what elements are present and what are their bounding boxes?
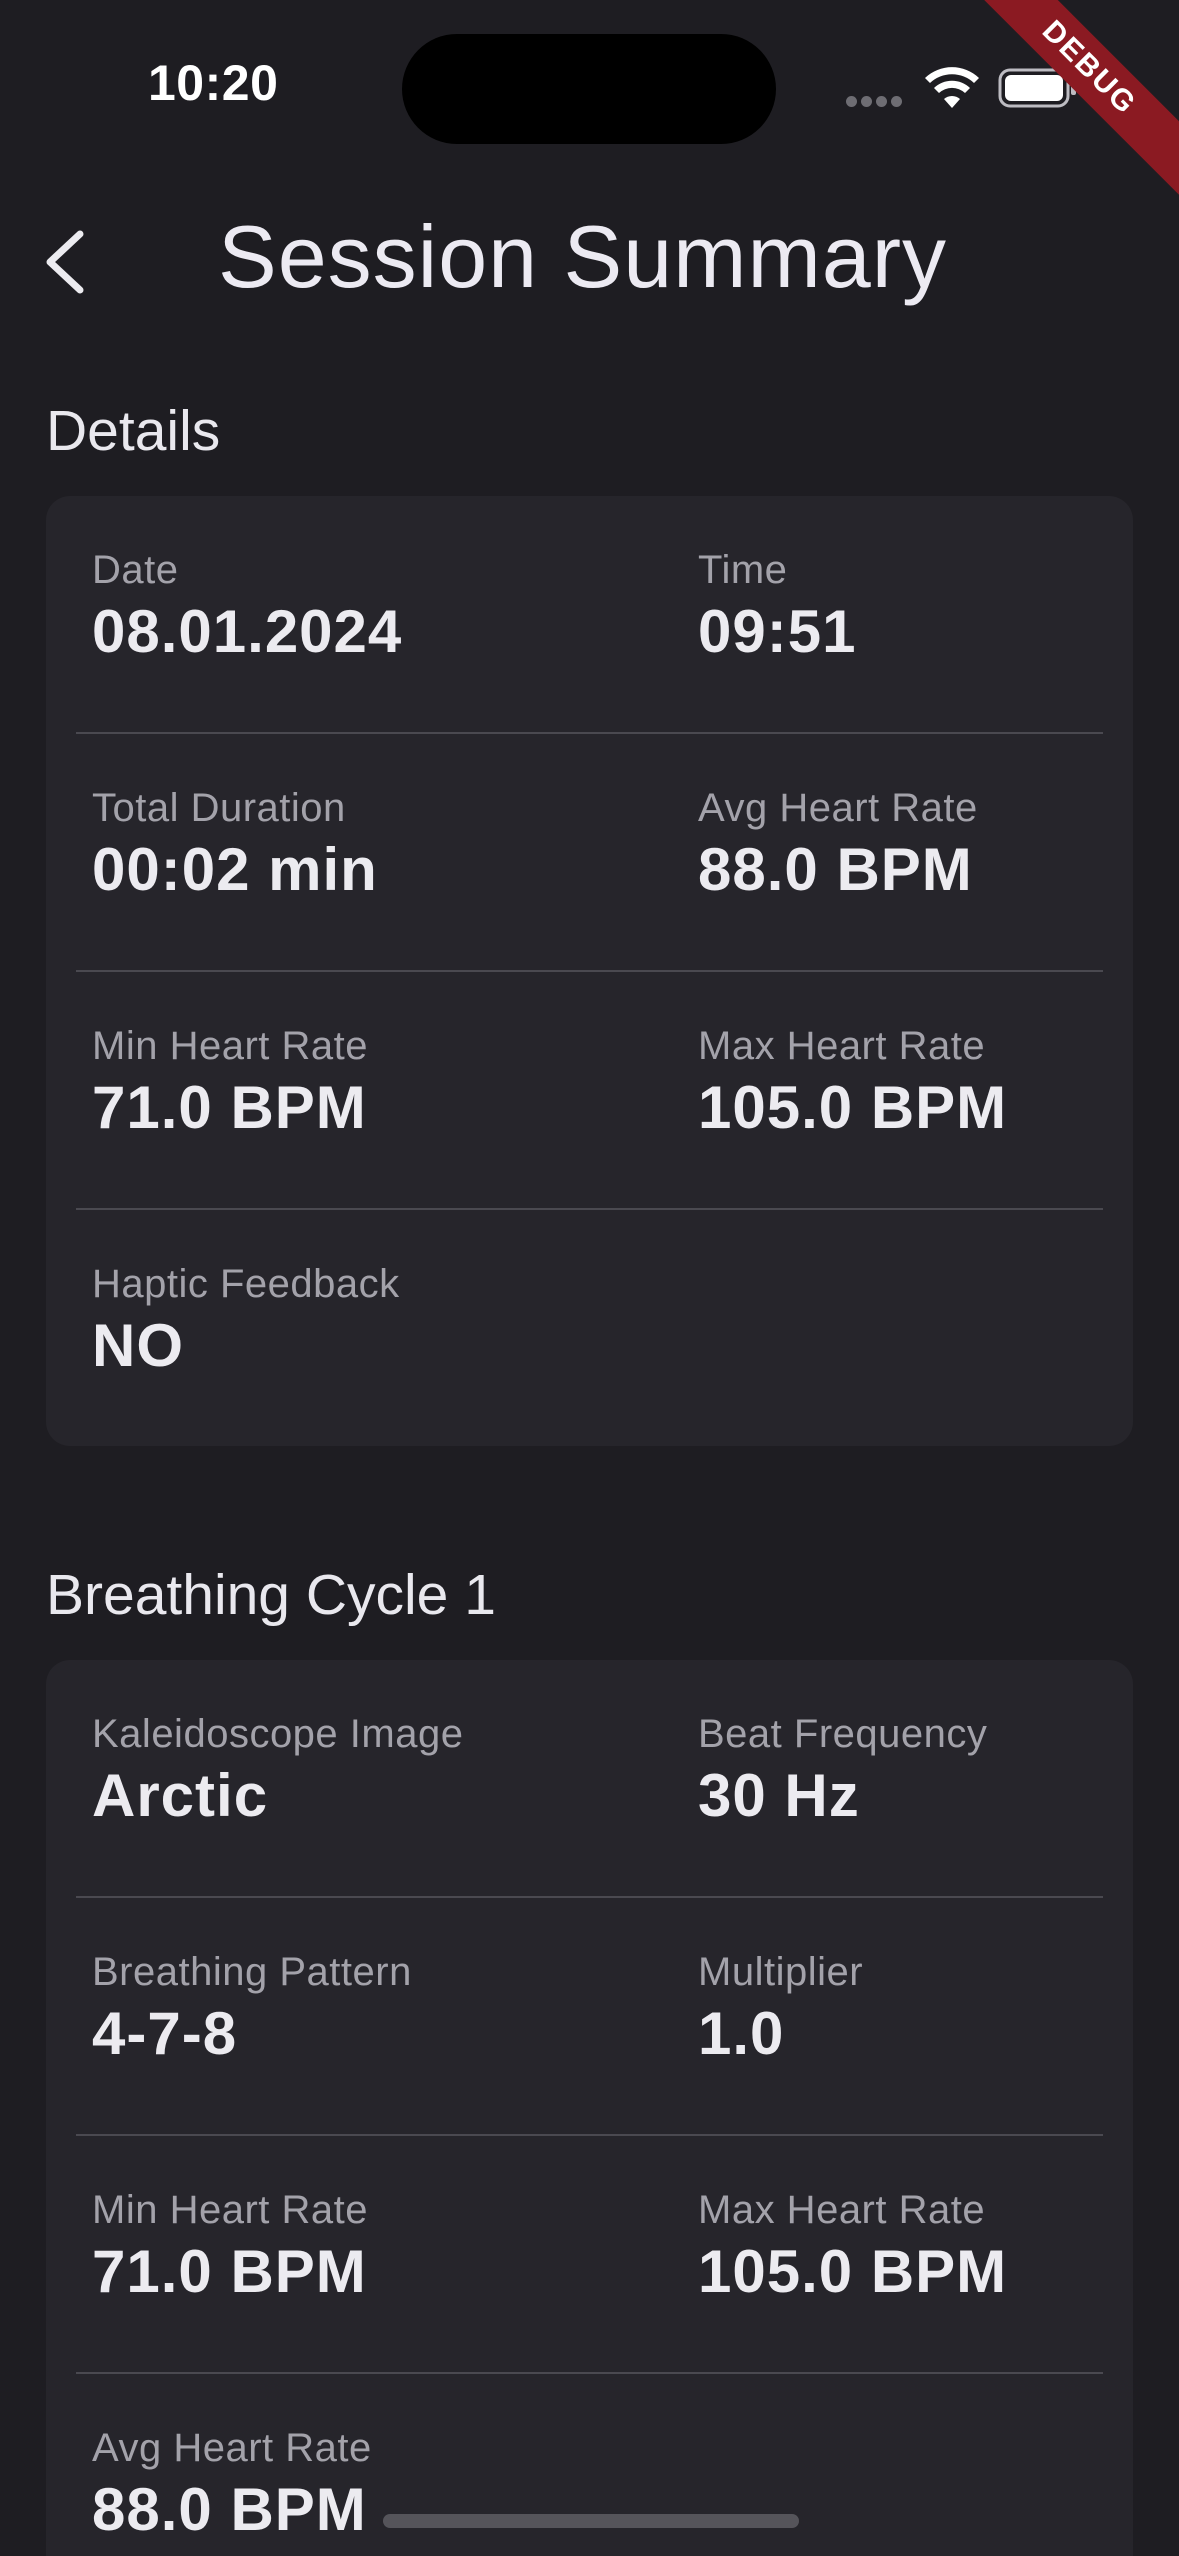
cycle-max-heart-rate-label: Max Heart Rate: [698, 2188, 986, 2232]
details-card: Date 08.01.2024 Time 09:51 Total Duratio…: [46, 496, 1133, 1446]
divider: [76, 732, 1103, 734]
divider: [76, 1896, 1103, 1898]
time-value: 09:51: [698, 598, 857, 665]
divider: [76, 970, 1103, 972]
divider: [76, 2372, 1103, 2374]
date-label: Date: [92, 548, 179, 592]
chevron-left-icon: [46, 230, 84, 294]
beat-frequency-field: Beat Frequency 30 Hz: [698, 1712, 987, 1830]
cycle-min-heart-rate-field: Min Heart Rate 71.0 BPM: [92, 2188, 368, 2306]
beat-frequency-value: 30 Hz: [698, 1762, 860, 1829]
multiplier-label: Multiplier: [698, 1950, 864, 1994]
page-title: Session Summary: [218, 207, 948, 306]
cycle-min-heart-rate-label: Min Heart Rate: [92, 2188, 368, 2232]
breathing-pattern-value: 4-7-8: [92, 2000, 238, 2067]
cycle-max-heart-rate-field: Max Heart Rate 105.0 BPM: [698, 2188, 1007, 2306]
status-time: 10:20: [148, 55, 279, 111]
max-heart-rate-field: Max Heart Rate 105.0 BPM: [698, 1024, 1007, 1142]
dynamic-island: [402, 34, 776, 144]
total-duration-field: Total Duration 00:02 min: [92, 786, 378, 904]
kaleidoscope-image-value: Arctic: [92, 1762, 269, 1829]
breathing-pattern-label: Breathing Pattern: [92, 1950, 412, 1994]
total-duration-label: Total Duration: [92, 786, 346, 830]
breathing-pattern-field: Breathing Pattern 4-7-8: [92, 1950, 412, 2068]
cycle-avg-heart-rate-label: Avg Heart Rate: [92, 2426, 372, 2470]
min-heart-rate-value: 71.0 BPM: [92, 1074, 367, 1141]
avg-heart-rate-field: Avg Heart Rate 88.0 BPM: [698, 786, 978, 904]
haptic-feedback-value: NO: [92, 1312, 184, 1379]
cycle-max-heart-rate-value: 105.0 BPM: [698, 2238, 1008, 2305]
date-field: Date 08.01.2024: [92, 548, 402, 666]
home-indicator[interactable]: [383, 2514, 799, 2528]
breathing-cycle-card: Kaleidoscope Image Arctic Beat Frequency…: [46, 1660, 1133, 2556]
divider: [76, 1208, 1103, 1210]
cycle-avg-heart-rate-value: 88.0 BPM: [92, 2476, 367, 2543]
total-duration-value: 00:02 min: [92, 836, 378, 903]
wifi-icon: [925, 67, 979, 108]
haptic-feedback-field: Haptic Feedback NO: [92, 1262, 400, 1380]
back-button[interactable]: [30, 212, 110, 308]
avg-heart-rate-value: 88.0 BPM: [698, 836, 973, 903]
min-heart-rate-label: Min Heart Rate: [92, 1024, 368, 1068]
cellular-signal-icon: [846, 94, 906, 107]
multiplier-field: Multiplier 1.0: [698, 1950, 863, 2068]
multiplier-value: 1.0: [698, 2000, 785, 2067]
cycle-min-heart-rate-value: 71.0 BPM: [92, 2238, 367, 2305]
details-section-title: Details: [46, 399, 221, 463]
haptic-feedback-label: Haptic Feedback: [92, 1262, 400, 1306]
breathing-cycle-section-title: Breathing Cycle 1: [46, 1563, 496, 1627]
cycle-avg-heart-rate-field: Avg Heart Rate 88.0 BPM: [92, 2426, 372, 2544]
max-heart-rate-value: 105.0 BPM: [698, 1074, 1008, 1141]
session-summary-screen: 10:20 DEBUG Session Summary Details Date…: [0, 0, 1179, 2556]
beat-frequency-label: Beat Frequency: [698, 1712, 988, 1756]
min-heart-rate-field: Min Heart Rate 71.0 BPM: [92, 1024, 368, 1142]
avg-heart-rate-label: Avg Heart Rate: [698, 786, 978, 830]
kaleidoscope-image-label: Kaleidoscope Image: [92, 1712, 464, 1756]
kaleidoscope-image-field: Kaleidoscope Image Arctic: [92, 1712, 463, 1830]
date-value: 08.01.2024: [92, 598, 403, 665]
time-field: Time 09:51: [698, 548, 856, 666]
divider: [76, 2134, 1103, 2136]
time-label: Time: [698, 548, 788, 592]
max-heart-rate-label: Max Heart Rate: [698, 1024, 986, 1068]
